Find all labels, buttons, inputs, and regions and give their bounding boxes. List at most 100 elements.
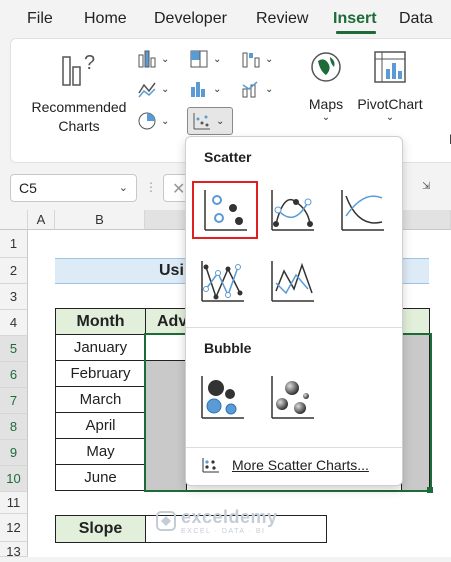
maps-label: Maps [308, 96, 344, 112]
row-header-3[interactable]: 3 [0, 284, 28, 310]
statistic-chart-button[interactable]: ⌄ [189, 77, 229, 101]
chevron-down-icon: ⌄ [213, 83, 222, 95]
scatter-chart-dropdown: Scatter Bubble More Scatter Charts... [185, 136, 403, 486]
scatter-smooth-markers-icon [271, 190, 314, 231]
scatter-chart-button[interactable]: ⌄ [187, 107, 233, 135]
row-header-1[interactable]: 1 [0, 230, 28, 258]
scatter-smooth-lines-option[interactable] [332, 184, 392, 236]
selected-range-d[interactable] [401, 334, 430, 491]
name-box[interactable]: C5 ⌄ [10, 174, 137, 202]
scatter-straight-lines-markers-option[interactable] [192, 255, 252, 307]
recommended-charts-label-2: Charts [58, 118, 100, 134]
row-header-10[interactable]: 10 [0, 466, 28, 492]
row-header-4[interactable]: 4 [0, 310, 28, 336]
pivotchart-label: PivotChart [357, 96, 423, 112]
recommended-charts-button[interactable]: ? Recommended Charts [27, 49, 131, 136]
row-header-7[interactable]: 7 [0, 388, 28, 414]
exceldemy-watermark: exceldemy EXCEL · DATA · BI [155, 507, 278, 535]
chevron-down-icon: ⌄ [265, 83, 274, 95]
pie-chart-button[interactable]: ⌄ [137, 109, 177, 133]
scatter-straight-markers-icon [201, 261, 244, 302]
pivotchart-icon [374, 51, 406, 83]
row-header-12[interactable]: 12 [0, 514, 28, 542]
recommended-charts-label-1: Recommended [31, 99, 127, 115]
recommended-charts-icon: ? [62, 52, 95, 86]
tab-file[interactable]: File [27, 10, 53, 28]
scatter-small-icon [202, 458, 219, 473]
tab-home[interactable]: Home [84, 10, 127, 28]
row-header-5[interactable]: 5 [0, 336, 28, 362]
pie-chart-icon [138, 112, 156, 130]
watermark-tagline: EXCEL · DATA · BI [181, 528, 266, 535]
scatter-section-title: Scatter [204, 149, 252, 165]
3d-bubble-chart-icon [271, 376, 314, 419]
active-cell-c5[interactable] [145, 334, 187, 361]
waterfall-chart-icon [242, 52, 260, 68]
select-all-corner[interactable] [0, 210, 28, 230]
more-scatter-charts-label: More Scatter Charts... [232, 457, 369, 473]
chevron-down-icon: ⌄ [385, 112, 395, 123]
row-header-9[interactable]: 9 [0, 440, 28, 466]
month-cell[interactable]: April [55, 412, 146, 439]
chevron-down-icon: ⌄ [321, 112, 331, 123]
formula-bar-grip-icon[interactable]: ⋮ [145, 180, 157, 194]
3d-bubble-option[interactable] [262, 371, 322, 423]
line-chart-icon [138, 82, 156, 98]
table-header-month[interactable]: Month [55, 308, 146, 335]
scatter-markers-icon [204, 190, 247, 231]
section-divider [186, 327, 402, 328]
fill-handle[interactable] [427, 487, 433, 493]
chevron-down-icon: ⌄ [161, 115, 170, 127]
month-cell[interactable]: February [55, 360, 146, 387]
bubble-section-title: Bubble [204, 340, 252, 356]
section-divider [186, 447, 402, 448]
svg-text:?: ? [84, 52, 95, 74]
row-header-11[interactable]: 11 [0, 492, 28, 514]
scatter-straight-lines-option[interactable] [262, 255, 322, 307]
histogram-chart-icon [191, 82, 205, 97]
column-header-b[interactable]: B [55, 210, 145, 230]
chevron-down-icon[interactable]: ⌄ [119, 181, 128, 194]
line-chart-button[interactable]: ⌄ [137, 77, 177, 101]
scatter-straight-icon [271, 261, 314, 302]
selected-range-c[interactable] [145, 360, 187, 491]
month-cell[interactable]: May [55, 438, 146, 465]
row-header-13[interactable]: 13 [0, 542, 28, 559]
name-box-value: C5 [19, 180, 37, 196]
month-cell[interactable]: March [55, 386, 146, 413]
bubble-option[interactable] [192, 371, 252, 423]
hierarchy-chart-button[interactable]: ⌄ [189, 47, 229, 71]
scatter-smooth-lines-markers-option[interactable] [262, 184, 322, 236]
column-header-a[interactable]: A [28, 210, 55, 230]
exceldemy-logo-icon [156, 511, 176, 531]
month-cell[interactable]: January [55, 334, 146, 361]
tab-developer[interactable]: Developer [154, 10, 227, 28]
tab-data[interactable]: Data [399, 10, 433, 28]
scatter-chart-icon [193, 113, 210, 130]
more-scatter-charts-link[interactable]: More Scatter Charts... [202, 457, 369, 473]
chevron-down-icon: ⌄ [161, 53, 170, 65]
watermark-name: exceldemy [181, 507, 278, 527]
tab-review[interactable]: Review [256, 10, 308, 28]
row-header-2[interactable]: 2 [0, 258, 28, 284]
sheet-title-text: Usi [159, 262, 184, 279]
chevron-down-icon: ⌄ [213, 53, 222, 65]
tab-insert[interactable]: Insert [333, 10, 377, 28]
column-chart-button[interactable]: ⌄ [137, 47, 177, 71]
waterfall-chart-button[interactable]: ⌄ [241, 47, 281, 71]
bubble-chart-icon [201, 376, 244, 419]
scatter-option[interactable] [192, 181, 258, 239]
chevron-down-icon: ⌄ [161, 83, 170, 95]
combo-chart-icon [242, 81, 258, 98]
globe-icon [311, 52, 341, 82]
row-header-8[interactable]: 8 [0, 414, 28, 440]
maps-button[interactable]: Maps ⌄ [298, 49, 354, 123]
combo-chart-button[interactable]: ⌄ [241, 77, 281, 101]
chevron-down-icon: ⌄ [265, 53, 274, 65]
month-cell[interactable]: June [55, 464, 146, 491]
pivotchart-button[interactable]: PivotChart ⌄ [354, 49, 426, 123]
row-header-6[interactable]: 6 [0, 362, 28, 388]
ribbon-tabs: File Home Developer Review Insert Data [0, 0, 451, 38]
dialog-launcher-icon[interactable]: ⇲ [422, 181, 430, 192]
slope-label-cell[interactable]: Slope [55, 515, 146, 543]
